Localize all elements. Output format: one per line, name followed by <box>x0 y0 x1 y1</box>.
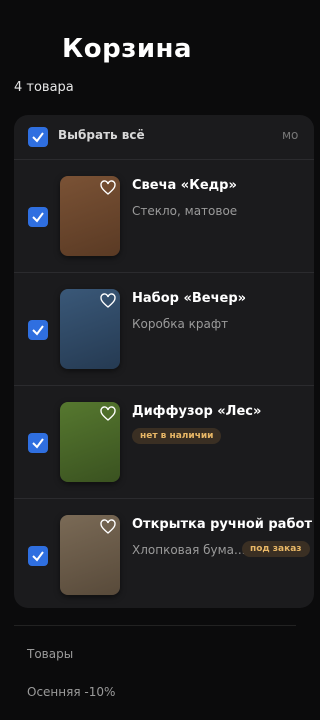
item-checkbox[interactable] <box>28 433 48 453</box>
item-subtitle: Коробка крафт <box>132 317 229 331</box>
item-subtitle: Стекло, матовое <box>132 204 238 218</box>
product-image[interactable] <box>60 402 120 482</box>
cart-item[interactable]: Набор «Вечер» Коробка крафт <box>14 273 314 386</box>
item-name[interactable]: Набор «Вечер» <box>132 291 246 306</box>
check-icon <box>32 438 44 449</box>
page-title: Корзина <box>62 34 193 64</box>
cart-item[interactable]: Открытка ручной работ Хлопковая бума... … <box>14 499 314 608</box>
cart-item[interactable]: Диффузор «Лес» нет в наличии <box>14 386 314 499</box>
check-icon <box>32 325 44 336</box>
select-all-label: Выбрать всё <box>58 128 145 142</box>
select-all-action[interactable]: мо <box>282 128 298 142</box>
product-image[interactable] <box>60 515 120 595</box>
select-all-row[interactable]: Выбрать всё мо <box>14 115 314 160</box>
preorder-badge: под заказ <box>242 541 310 557</box>
product-image[interactable] <box>60 289 120 369</box>
heart-icon[interactable] <box>100 406 116 422</box>
out-of-stock-badge: нет в наличии <box>132 428 222 444</box>
check-icon <box>32 212 44 223</box>
heart-icon[interactable] <box>100 180 116 196</box>
item-subtitle: Хлопковая бума... <box>132 543 246 557</box>
heart-icon[interactable] <box>100 519 116 535</box>
item-checkbox[interactable] <box>28 207 48 227</box>
item-name[interactable]: Открытка ручной работ <box>132 517 312 532</box>
item-checkbox[interactable] <box>28 320 48 340</box>
item-name[interactable]: Диффузор «Лес» <box>132 404 261 419</box>
heart-icon[interactable] <box>100 293 116 309</box>
select-all-checkbox[interactable] <box>28 127 48 147</box>
summary-discount-label: Осенняя -10% <box>27 685 116 699</box>
summary-divider <box>14 625 296 626</box>
cart-panel: Выбрать всё мо Свеча «Кедр» Стекло, мато… <box>14 115 314 608</box>
cart-item[interactable]: Свеча «Кедр» Стекло, матовое <box>14 160 314 273</box>
item-name[interactable]: Свеча «Кедр» <box>132 178 237 193</box>
check-icon <box>32 132 44 143</box>
items-count: 4 товара <box>14 80 74 95</box>
check-icon <box>32 551 44 562</box>
product-image[interactable] <box>60 176 120 256</box>
summary-goods-label: Товары <box>27 647 74 661</box>
item-checkbox[interactable] <box>28 546 48 566</box>
